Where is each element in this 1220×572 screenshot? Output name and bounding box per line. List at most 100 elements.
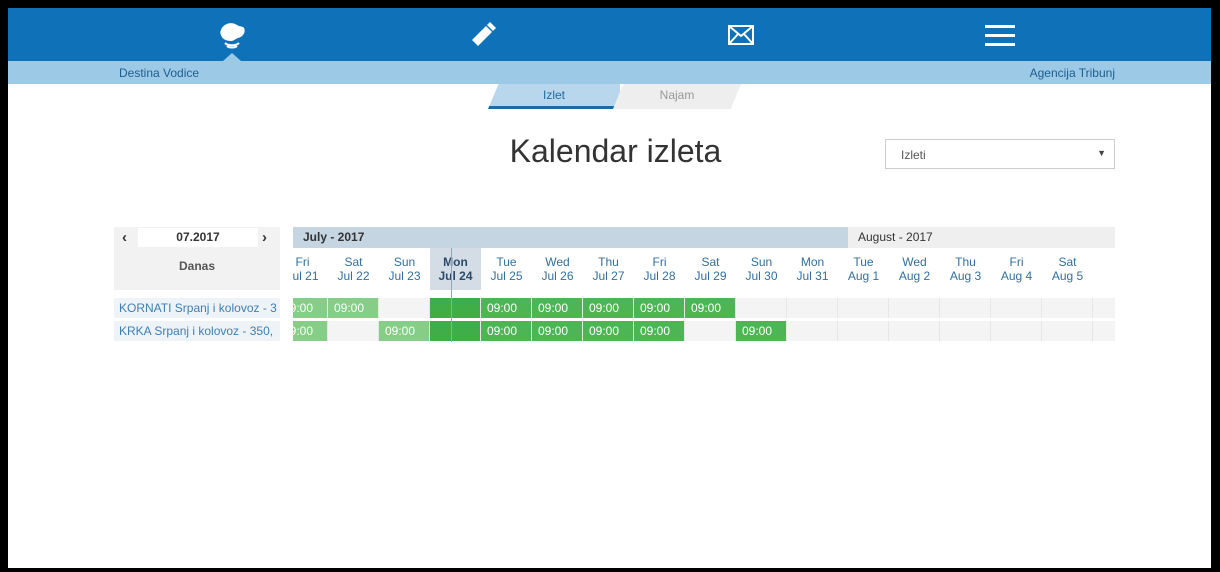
- day-header-cell: Fri Aug 4: [991, 248, 1042, 290]
- departure-time: 09:00: [589, 324, 620, 338]
- day-date: Jul 22: [337, 269, 370, 283]
- day-of-week: Fri: [1009, 255, 1024, 269]
- empty-slot: [787, 298, 838, 318]
- empty-slot: [889, 298, 940, 318]
- day-of-week: Sat: [344, 255, 363, 269]
- day-of-week: Thu: [955, 255, 976, 269]
- departure-time: 09:00: [742, 324, 773, 338]
- departure-slot[interactable]: 09:00: [736, 321, 787, 341]
- ticket-icon[interactable]: [453, 8, 513, 61]
- departure-time: 09:00: [293, 324, 314, 338]
- tab-bar: Izlet Najam: [488, 84, 748, 109]
- mail-icon[interactable]: [711, 8, 771, 61]
- day-header-cell: FriJul 21: [293, 248, 328, 290]
- day-header-cell: Tue Jul 25: [481, 248, 532, 290]
- day-date: Jul 26: [541, 269, 574, 283]
- category-select[interactable]: Izleti ▼: [885, 139, 1115, 169]
- day-date: Jul 27: [592, 269, 625, 283]
- chevron-down-icon: ▼: [1097, 148, 1106, 158]
- day-header-cell: Thu Jul 27: [583, 248, 634, 290]
- empty-slot: [685, 321, 736, 341]
- today-button[interactable]: Danas: [114, 259, 280, 273]
- departure-time: 09:00: [691, 301, 722, 315]
- day-header-cell: Sun Jul 30: [736, 248, 787, 290]
- empty-slot: [1042, 298, 1093, 318]
- empty-slot: [991, 298, 1042, 318]
- app-frame: Destina Vodice Agencija Tribunj Izlet Na…: [8, 8, 1211, 568]
- empty-slot: [1042, 321, 1093, 341]
- day-header-cell: Mon Jul 31: [787, 248, 838, 290]
- day-of-week: Fri: [295, 255, 310, 269]
- day-of-week: Sat: [701, 255, 720, 269]
- trip-name-kornati[interactable]: KORNATI Srpanj i kolovoz - 3: [114, 298, 280, 318]
- empty-slot: [838, 321, 889, 341]
- empty-slot[interactable]: [430, 321, 481, 341]
- empty-slot: [940, 298, 991, 318]
- today-marker: [451, 248, 452, 342]
- departure-time: 09:00: [487, 301, 518, 315]
- tab-izlet[interactable]: Izlet: [488, 84, 620, 109]
- active-indicator: [223, 53, 241, 61]
- departure-slot[interactable]: 09:00: [481, 321, 532, 341]
- departure-slot[interactable]: 09:00: [532, 298, 583, 318]
- empty-slot: [940, 321, 991, 341]
- departure-time: 09:00: [538, 324, 569, 338]
- departure-time: 09:00: [385, 324, 416, 338]
- empty-slot: [889, 321, 940, 341]
- empty-slot: [379, 298, 430, 318]
- day-header-cell: Wed Jul 26: [532, 248, 583, 290]
- tab-najam[interactable]: Najam: [613, 84, 741, 109]
- day-of-week: Tue: [853, 255, 874, 269]
- destination-label[interactable]: Destina Vodice: [119, 66, 199, 80]
- departure-slot[interactable]: 09:00: [583, 321, 634, 341]
- departure-slot[interactable]: 09:00: [634, 298, 685, 318]
- departure-slot[interactable]: 09:00: [328, 298, 379, 318]
- chevron-left-icon[interactable]: ‹: [122, 229, 127, 246]
- day-header-cell: Wed Aug 2: [889, 248, 940, 290]
- trip-name-krka[interactable]: KRKA Srpanj i kolovoz - 350,: [114, 321, 280, 341]
- day-of-week: Sun: [750, 255, 773, 269]
- day-date: Aug 3: [949, 269, 982, 283]
- day-date: Aug 2: [898, 269, 931, 283]
- day-date: Jul 31: [796, 269, 829, 283]
- empty-slot: [991, 321, 1042, 341]
- day-header-cell: Sat Jul 29: [685, 248, 736, 290]
- trip-calendar: July - 2017 August - 2017 FriJul 21SatJu…: [293, 227, 1115, 342]
- day-of-week: Mon: [443, 255, 468, 269]
- departure-slot[interactable]: 09:00: [634, 321, 685, 341]
- departure-slot[interactable]: 09:00: [379, 321, 430, 341]
- departure-slot[interactable]: 09:00: [532, 321, 583, 341]
- departure-slot[interactable]: 09:00: [583, 298, 634, 318]
- day-header-cell: Sun Jul 23: [379, 248, 430, 290]
- month-header: July - 2017 August - 2017: [293, 227, 1115, 248]
- day-date: Aug 1: [847, 269, 880, 283]
- day-header-cell: Fri Jul 28: [634, 248, 685, 290]
- day-date: Jul 25: [490, 269, 523, 283]
- empty-slot: [838, 298, 889, 318]
- empty-slot: [328, 321, 379, 341]
- current-month: 07.2017: [138, 228, 258, 247]
- day-header-cell: Sat Jul 22: [328, 248, 379, 290]
- select-value: Izleti: [901, 148, 926, 162]
- sub-bar: Destina Vodice Agencija Tribunj: [8, 61, 1211, 84]
- day-of-week: Tue: [496, 255, 517, 269]
- day-of-week: Mon: [800, 255, 825, 269]
- departure-slot[interactable]: 09:00: [481, 298, 532, 318]
- day-of-week: Wed: [545, 255, 570, 269]
- departure-time: 09:00: [589, 301, 620, 315]
- departure-time: 09:00: [293, 301, 314, 315]
- departure-slot[interactable]: 09:00: [293, 298, 328, 318]
- departure-slot[interactable]: 09:00: [685, 298, 736, 318]
- day-of-week: Wed: [902, 255, 927, 269]
- departure-time: 09:00: [334, 301, 365, 315]
- empty-slot[interactable]: [430, 298, 481, 318]
- agency-label[interactable]: Agencija Tribunj: [1030, 66, 1115, 80]
- departure-slot[interactable]: 09:00: [293, 321, 328, 341]
- departure-time: 09:00: [640, 324, 671, 338]
- day-of-week: Thu: [598, 255, 619, 269]
- menu-icon[interactable]: [970, 8, 1030, 61]
- day-date: Jul 28: [643, 269, 676, 283]
- chevron-right-icon[interactable]: ›: [262, 229, 267, 246]
- day-of-week: Sun: [393, 255, 416, 269]
- month-label-august: August - 2017: [848, 227, 1115, 248]
